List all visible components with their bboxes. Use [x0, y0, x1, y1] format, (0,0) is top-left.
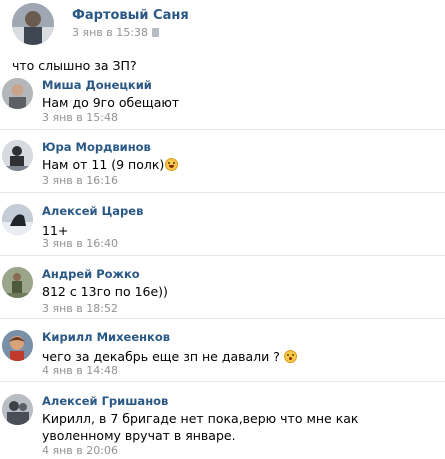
- comment-date[interactable]: 3 янв в 15:48: [42, 111, 118, 124]
- comment: Алексей Царев 11+ 3 янв в 16:40: [0, 204, 445, 250]
- comment-text-content: чего за декабрь еще зп не давали ?: [42, 349, 280, 364]
- grinning-emoji: [165, 158, 179, 171]
- comment: Миша Донецкий Нам до 9го обещают 3 янв в…: [0, 78, 445, 124]
- comment-author[interactable]: Кирилл Михеенков: [42, 330, 170, 344]
- comment-date[interactable]: 3 янв в 18:52: [42, 302, 118, 315]
- comment: Кирилл Михеенков чего за декабрь еще зп …: [0, 330, 445, 377]
- comment-divider: [0, 318, 445, 319]
- comment-avatar[interactable]: [2, 267, 33, 298]
- comment-author[interactable]: Алексей Царев: [42, 204, 143, 218]
- comment-avatar[interactable]: [2, 330, 33, 361]
- comment-avatar[interactable]: [2, 140, 33, 171]
- comment-date[interactable]: 3 янв в 16:16: [42, 174, 118, 187]
- comment-divider: [0, 129, 445, 130]
- phone-icon: [151, 28, 159, 37]
- post-author-name[interactable]: Фартовый Саня: [72, 8, 189, 23]
- comment-text: Кирилл, в 7 бригаде нет пока,верю что мн…: [42, 411, 359, 443]
- post-text: что слышно за ЗП?: [12, 58, 137, 73]
- comment-author[interactable]: Андрей Рожко: [42, 267, 140, 281]
- comment-text: чего за декабрь еще зп не давали ?: [42, 348, 437, 365]
- comment: Алексей Гришанов Кирилл, в 7 бригаде нет…: [0, 394, 445, 457]
- comment: Андрей Рожко 812 с 13го по 16е)) 3 янв в…: [0, 267, 445, 315]
- comment-author[interactable]: Миша Донецкий: [42, 78, 152, 92]
- comment-avatar[interactable]: [2, 204, 33, 235]
- comment-text: Нам от 11 (9 полк): [42, 156, 437, 173]
- comment: Юра Мордвинов Нам от 11 (9 полк) 3 янв в…: [0, 140, 445, 187]
- comment-avatar[interactable]: [2, 78, 33, 109]
- comment-author[interactable]: Юра Мордвинов: [42, 140, 151, 154]
- comment-date[interactable]: 4 янв в 20:06: [42, 444, 118, 457]
- post-header: Фартовый Саня 3 янв в 15:38: [0, 0, 445, 52]
- comment-date[interactable]: 4 янв в 14:48: [42, 364, 118, 377]
- post-timestamp[interactable]: 3 янв в 15:38: [72, 26, 159, 39]
- astonished-emoji: [283, 350, 297, 363]
- comment-text-content: Нам от 11 (9 полк): [42, 157, 165, 172]
- comment-text: 812 с 13го по 16е)): [42, 284, 168, 299]
- comment-divider: [0, 192, 445, 193]
- comment-date[interactable]: 3 янв в 16:40: [42, 237, 118, 250]
- comment-author[interactable]: Алексей Гришанов: [42, 394, 168, 408]
- comment-divider: [0, 381, 445, 382]
- post-timestamp-text[interactable]: 3 янв в 15:38: [72, 26, 148, 39]
- comment-avatar[interactable]: [2, 394, 33, 425]
- post-author-avatar[interactable]: [12, 3, 54, 45]
- comment-divider: [0, 255, 445, 256]
- comment-text: Нам до 9го обещают: [42, 95, 180, 110]
